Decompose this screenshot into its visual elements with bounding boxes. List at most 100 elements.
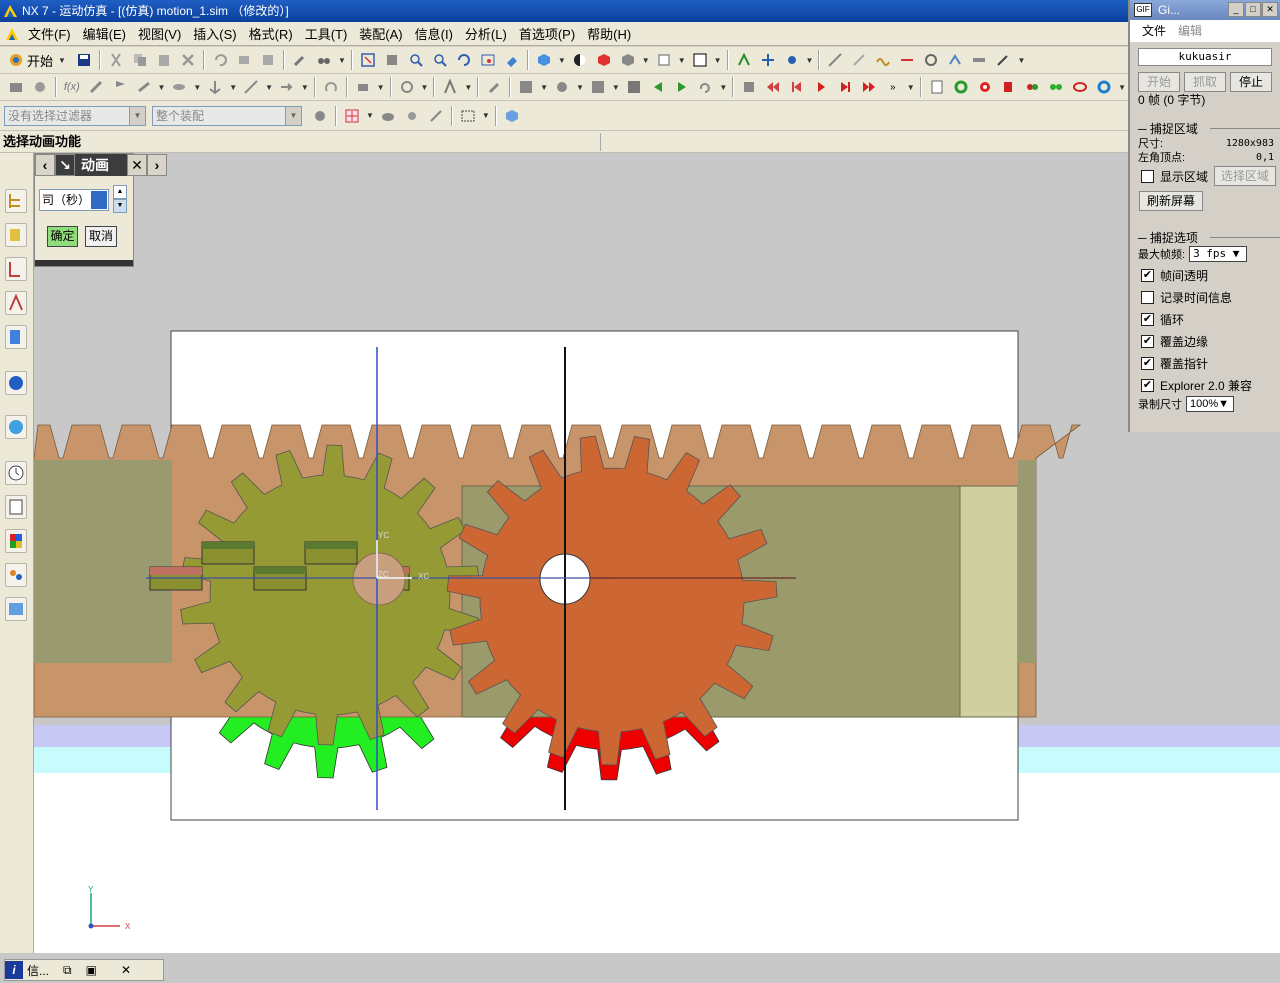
- filter-settings-button[interactable]: [309, 105, 331, 127]
- repeat-button[interactable]: [233, 49, 255, 71]
- joint-button[interactable]: [757, 49, 779, 71]
- gif-select-region-button[interactable]: 选择区域: [1214, 166, 1277, 186]
- motion-body-button[interactable]: [733, 49, 755, 71]
- fit-view-button[interactable]: [357, 49, 379, 71]
- pen-button[interactable]: [992, 49, 1014, 71]
- explode-button[interactable]: [587, 76, 609, 98]
- spring-button[interactable]: [872, 49, 894, 71]
- pointer-button[interactable]: [483, 76, 505, 98]
- touch-button[interactable]: [313, 49, 335, 71]
- resource-constraint-navigator[interactable]: [5, 257, 27, 281]
- menu-view[interactable]: 视图(V): [132, 24, 187, 43]
- results-button[interactable]: [515, 76, 537, 98]
- resource-roles[interactable]: [5, 563, 27, 587]
- resource-part-navigator[interactable]: [5, 291, 27, 315]
- chevron-down-icon[interactable]: ▼: [265, 83, 273, 92]
- gif-option-checkbox[interactable]: ✔: [1141, 378, 1154, 392]
- more-button[interactable]: »: [882, 76, 904, 98]
- gif-record-size-dropdown[interactable]: 100%▼: [1186, 396, 1234, 412]
- menu-tools[interactable]: 工具(T): [299, 24, 354, 43]
- resource-reuse-library[interactable]: [5, 325, 27, 349]
- restore-icon[interactable]: ⧉: [63, 963, 72, 978]
- select-path-button[interactable]: [425, 105, 447, 127]
- tool-button[interactable]: [289, 49, 311, 71]
- arrow-collapse-icon[interactable]: ↘: [55, 154, 75, 176]
- save-button[interactable]: [73, 49, 95, 71]
- chevron-down-icon[interactable]: ▼: [158, 83, 166, 92]
- trace-button[interactable]: [551, 76, 573, 98]
- connector-button[interactable]: [781, 49, 803, 71]
- chevron-down-icon[interactable]: ▼: [642, 56, 650, 65]
- gif-show-region-checkbox[interactable]: [1141, 169, 1154, 183]
- gif-option-checkbox[interactable]: ✔: [1141, 268, 1154, 282]
- menu-analysis[interactable]: 分析(L): [459, 24, 513, 43]
- menu-preferences[interactable]: 首选项(P): [513, 24, 581, 43]
- stepper-down-icon[interactable]: ▼: [113, 199, 127, 213]
- step-back-button[interactable]: [647, 76, 669, 98]
- step-forward-frame-button[interactable]: [834, 76, 856, 98]
- section-button[interactable]: [593, 49, 615, 71]
- menu-info[interactable]: 信息(I): [409, 24, 459, 43]
- cable-button[interactable]: [1069, 76, 1091, 98]
- stop-animation-button[interactable]: [738, 76, 760, 98]
- close-icon[interactable]: ✕: [1262, 2, 1278, 17]
- chevron-down-icon[interactable]: ▼: [540, 83, 548, 92]
- menu-help[interactable]: 帮助(H): [581, 24, 637, 43]
- interference-button[interactable]: [623, 76, 645, 98]
- delete-button[interactable]: [177, 49, 199, 71]
- resource-palette[interactable]: [5, 529, 27, 553]
- resource-motion-navigator[interactable]: [5, 189, 27, 213]
- info-window-tab[interactable]: i 信... ⧉ ▣ ✕: [4, 959, 164, 981]
- step-forward-button[interactable]: [671, 76, 693, 98]
- gif-option-checkbox[interactable]: ✔: [1141, 312, 1154, 326]
- solver-button[interactable]: [439, 76, 461, 98]
- step-back-frame-button[interactable]: [786, 76, 808, 98]
- red-gear-button[interactable]: [974, 76, 996, 98]
- menu-file[interactable]: 文件(F): [22, 24, 77, 43]
- chevron-down-icon[interactable]: ▼: [229, 83, 237, 92]
- resource-help[interactable]: [5, 371, 27, 395]
- chevron-down-icon[interactable]: ▼: [1017, 56, 1025, 65]
- document-button[interactable]: [926, 76, 948, 98]
- chevron-down-icon[interactable]: ▼: [377, 83, 385, 92]
- background-button[interactable]: [689, 49, 711, 71]
- chevron-down-icon[interactable]: ▼: [806, 56, 814, 65]
- chevron-down-icon[interactable]: ▼: [482, 111, 490, 120]
- graphics-window[interactable]: YC XC ZC Y X: [34, 153, 1280, 983]
- spring-2-button[interactable]: [168, 76, 190, 98]
- bearing-button[interactable]: [1093, 76, 1115, 98]
- assembly-navigator-button[interactable]: [501, 105, 523, 127]
- chevron-right-icon[interactable]: ›: [147, 154, 167, 176]
- start-button[interactable]: 开始 ▼: [4, 49, 72, 71]
- chevron-down-icon[interactable]: ▼: [576, 83, 584, 92]
- cylinder-button[interactable]: [997, 76, 1019, 98]
- menu-edit[interactable]: 编辑(E): [77, 24, 132, 43]
- render-button[interactable]: [617, 49, 639, 71]
- ok-button[interactable]: 确定: [47, 226, 78, 247]
- master-model-button[interactable]: [29, 76, 51, 98]
- cut-button[interactable]: [105, 49, 127, 71]
- display-mode-button[interactable]: [569, 49, 591, 71]
- vector-button[interactable]: [240, 76, 262, 98]
- chevron-down-icon[interactable]: ▼: [193, 83, 201, 92]
- chevron-down-icon[interactable]: ▼: [612, 83, 620, 92]
- zoom-button[interactable]: [405, 49, 427, 71]
- preference-button[interactable]: [968, 49, 990, 71]
- layer-button[interactable]: [653, 49, 675, 71]
- gif-fps-dropdown[interactable]: 3 fps ▼: [1189, 246, 1248, 262]
- menu-insert[interactable]: 插入(S): [187, 24, 242, 43]
- gif-menu-file[interactable]: 文件: [1142, 20, 1166, 42]
- time-unit-dropdown[interactable]: 司（秒）: [39, 189, 109, 211]
- gear-button[interactable]: [396, 76, 418, 98]
- minimize-icon[interactable]: _: [1228, 2, 1244, 17]
- marker-2-button[interactable]: [204, 76, 226, 98]
- cancel-button[interactable]: 取消: [85, 226, 117, 247]
- chevron-down-icon[interactable]: ▼: [338, 56, 346, 65]
- menu-assembly[interactable]: 装配(A): [353, 24, 408, 43]
- fast-forward-button[interactable]: [858, 76, 880, 98]
- select-feature-button[interactable]: [377, 105, 399, 127]
- zoom-window-button[interactable]: [381, 49, 403, 71]
- maximize-icon[interactable]: □: [1245, 2, 1261, 17]
- maximize-icon[interactable]: ▣: [86, 963, 97, 977]
- selection-filter-dropdown[interactable]: 没有选择过滤器 ▼: [4, 105, 146, 126]
